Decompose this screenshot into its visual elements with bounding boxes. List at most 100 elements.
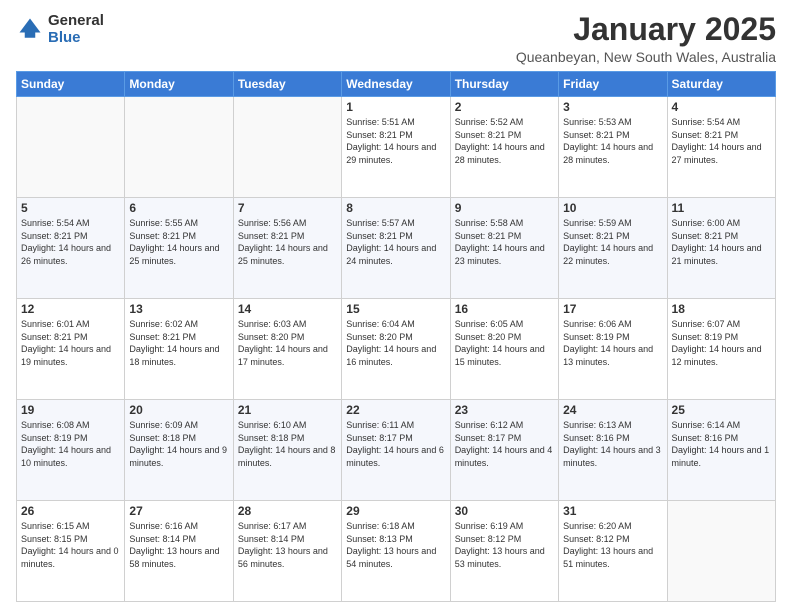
calendar-cell: 29Sunrise: 6:18 AMSunset: 8:13 PMDayligh… xyxy=(342,501,450,602)
day-info: Sunrise: 6:20 AMSunset: 8:12 PMDaylight:… xyxy=(563,520,662,570)
day-info: Sunrise: 6:11 AMSunset: 8:17 PMDaylight:… xyxy=(346,419,445,469)
day-info: Sunrise: 5:51 AMSunset: 8:21 PMDaylight:… xyxy=(346,116,445,166)
day-number: 22 xyxy=(346,403,445,417)
calendar-cell: 13 Sunrise: 6:02 AMSunset: 8:21 PMDayligh… xyxy=(125,299,233,400)
calendar-cell: 11Sunrise: 6:00 AMSunset: 8:21 PMDayligh… xyxy=(667,198,775,299)
calendar-cell: 9 Sunrise: 5:58 AMSunset: 8:21 PMDaylight… xyxy=(450,198,558,299)
day-number: 23 xyxy=(455,403,554,417)
day-info: Sunrise: 5:54 AMSunset: 8:21 PMDaylight:… xyxy=(672,116,771,166)
calendar-cell: 30Sunrise: 6:19 AMSunset: 8:12 PMDayligh… xyxy=(450,501,558,602)
day-info: Sunrise: 6:08 AMSunset: 8:19 PMDaylight:… xyxy=(21,419,120,469)
day-number: 2 xyxy=(455,100,554,114)
calendar-cell: 16 Sunrise: 6:05 AMSunset: 8:20 PMDayligh… xyxy=(450,299,558,400)
day-number: 18 xyxy=(672,302,771,316)
day-number: 1 xyxy=(346,100,445,114)
calendar-cell: 12Sunrise: 6:01 AMSunset: 8:21 PMDayligh… xyxy=(17,299,125,400)
day-info: Sunrise: 6:13 AMSunset: 8:16 PMDaylight:… xyxy=(563,419,662,469)
day-number: 19 xyxy=(21,403,120,417)
day-number: 13 xyxy=(129,302,228,316)
day-info: Sunrise: 6:10 AMSunset: 8:18 PMDaylight:… xyxy=(238,419,337,469)
day-number: 4 xyxy=(672,100,771,114)
day-info: Sunrise: 6:09 AMSunset: 8:18 PMDaylight:… xyxy=(129,419,228,469)
day-header-saturday: Saturday xyxy=(667,72,775,97)
logo-general: General xyxy=(48,12,104,29)
day-number: 17 xyxy=(563,302,662,316)
day-info: Sunrise: 6:17 AMSunset: 8:14 PMDaylight:… xyxy=(238,520,337,570)
day-info: Sunrise: 5:55 AMSunset: 8:21 PMDaylight:… xyxy=(129,217,228,267)
calendar-cell: 17Sunrise: 6:06 AMSunset: 8:19 PMDayligh… xyxy=(559,299,667,400)
day-number: 14 xyxy=(238,302,337,316)
day-info: Sunrise: 6:02 AMSunset: 8:21 PMDaylight:… xyxy=(129,318,228,368)
calendar-week-row: 26 Sunrise: 6:15 AMSunset: 8:15 PMDayligh… xyxy=(17,501,776,602)
calendar-cell: 14 Sunrise: 6:03 AMSunset: 8:20 PMDayligh… xyxy=(233,299,341,400)
day-info: Sunrise: 5:59 AMSunset: 8:21 PMDaylight:… xyxy=(563,217,662,267)
day-number: 10 xyxy=(563,201,662,215)
page: General Blue January 2025 Queanbeyan, Ne… xyxy=(0,0,792,612)
day-info: Sunrise: 5:52 AMSunset: 8:21 PMDaylight:… xyxy=(455,116,554,166)
day-number: 6 xyxy=(129,201,228,215)
day-info: Sunrise: 6:15 AMSunset: 8:15 PMDaylight:… xyxy=(21,520,120,570)
calendar-cell: 15 Sunrise: 6:04 AMSunset: 8:20 PMDayligh… xyxy=(342,299,450,400)
calendar-cell: 4 Sunrise: 5:54 AMSunset: 8:21 PMDaylight… xyxy=(667,97,775,198)
calendar-header-row: SundayMondayTuesdayWednesdayThursdayFrid… xyxy=(17,72,776,97)
day-number: 7 xyxy=(238,201,337,215)
calendar-table: SundayMondayTuesdayWednesdayThursdayFrid… xyxy=(16,71,776,602)
calendar-cell: 1 Sunrise: 5:51 AMSunset: 8:21 PMDaylight… xyxy=(342,97,450,198)
month-title: January 2025 xyxy=(516,12,776,47)
day-number: 31 xyxy=(563,504,662,518)
day-info: Sunrise: 6:04 AMSunset: 8:20 PMDaylight:… xyxy=(346,318,445,368)
day-number: 15 xyxy=(346,302,445,316)
title-block: January 2025 Queanbeyan, New South Wales… xyxy=(516,12,776,65)
day-header-wednesday: Wednesday xyxy=(342,72,450,97)
day-info: Sunrise: 6:07 AMSunset: 8:19 PMDaylight:… xyxy=(672,318,771,368)
calendar-cell: 27 Sunrise: 6:16 AMSunset: 8:14 PMDayligh… xyxy=(125,501,233,602)
calendar-cell: 28 Sunrise: 6:17 AMSunset: 8:14 PMDayligh… xyxy=(233,501,341,602)
logo-icon xyxy=(16,15,44,43)
calendar-cell: 21 Sunrise: 6:10 AMSunset: 8:18 PMDayligh… xyxy=(233,400,341,501)
day-number: 8 xyxy=(346,201,445,215)
day-number: 12 xyxy=(21,302,120,316)
day-header-sunday: Sunday xyxy=(17,72,125,97)
calendar-cell xyxy=(233,97,341,198)
calendar-week-row: 12Sunrise: 6:01 AMSunset: 8:21 PMDayligh… xyxy=(17,299,776,400)
day-info: Sunrise: 5:58 AMSunset: 8:21 PMDaylight:… xyxy=(455,217,554,267)
location-subtitle: Queanbeyan, New South Wales, Australia xyxy=(516,49,776,65)
day-info: Sunrise: 6:05 AMSunset: 8:20 PMDaylight:… xyxy=(455,318,554,368)
day-number: 21 xyxy=(238,403,337,417)
calendar-cell: 2 Sunrise: 5:52 AMSunset: 8:21 PMDaylight… xyxy=(450,97,558,198)
calendar-cell: 5Sunrise: 5:54 AMSunset: 8:21 PMDaylight… xyxy=(17,198,125,299)
day-number: 25 xyxy=(672,403,771,417)
calendar-cell xyxy=(667,501,775,602)
day-number: 9 xyxy=(455,201,554,215)
day-number: 27 xyxy=(129,504,228,518)
day-number: 26 xyxy=(21,504,120,518)
day-info: Sunrise: 6:03 AMSunset: 8:20 PMDaylight:… xyxy=(238,318,337,368)
logo: General Blue xyxy=(16,12,104,46)
calendar-cell: 23Sunrise: 6:12 AMSunset: 8:17 PMDayligh… xyxy=(450,400,558,501)
day-number: 11 xyxy=(672,201,771,215)
day-number: 30 xyxy=(455,504,554,518)
day-info: Sunrise: 5:53 AMSunset: 8:21 PMDaylight:… xyxy=(563,116,662,166)
calendar-cell: 18 Sunrise: 6:07 AMSunset: 8:19 PMDayligh… xyxy=(667,299,775,400)
day-info: Sunrise: 6:16 AMSunset: 8:14 PMDaylight:… xyxy=(129,520,228,570)
day-number: 3 xyxy=(563,100,662,114)
calendar-cell: 6 Sunrise: 5:55 AMSunset: 8:21 PMDaylight… xyxy=(125,198,233,299)
calendar-cell: 8Sunrise: 5:57 AMSunset: 8:21 PMDaylight… xyxy=(342,198,450,299)
calendar-cell: 31 Sunrise: 6:20 AMSunset: 8:12 PMDayligh… xyxy=(559,501,667,602)
calendar-cell: 19 Sunrise: 6:08 AMSunset: 8:19 PMDayligh… xyxy=(17,400,125,501)
day-number: 16 xyxy=(455,302,554,316)
logo-blue: Blue xyxy=(48,29,104,46)
day-header-tuesday: Tuesday xyxy=(233,72,341,97)
day-header-friday: Friday xyxy=(559,72,667,97)
calendar-week-row: 19 Sunrise: 6:08 AMSunset: 8:19 PMDayligh… xyxy=(17,400,776,501)
calendar-cell: 3 Sunrise: 5:53 AMSunset: 8:21 PMDaylight… xyxy=(559,97,667,198)
calendar-cell: 10 Sunrise: 5:59 AMSunset: 8:21 PMDayligh… xyxy=(559,198,667,299)
day-number: 24 xyxy=(563,403,662,417)
calendar-cell xyxy=(125,97,233,198)
day-info: Sunrise: 5:56 AMSunset: 8:21 PMDaylight:… xyxy=(238,217,337,267)
calendar-cell: 7 Sunrise: 5:56 AMSunset: 8:21 PMDaylight… xyxy=(233,198,341,299)
logo-text: General Blue xyxy=(48,12,104,46)
day-number: 28 xyxy=(238,504,337,518)
day-number: 5 xyxy=(21,201,120,215)
calendar-cell: 24 Sunrise: 6:13 AMSunset: 8:16 PMDayligh… xyxy=(559,400,667,501)
